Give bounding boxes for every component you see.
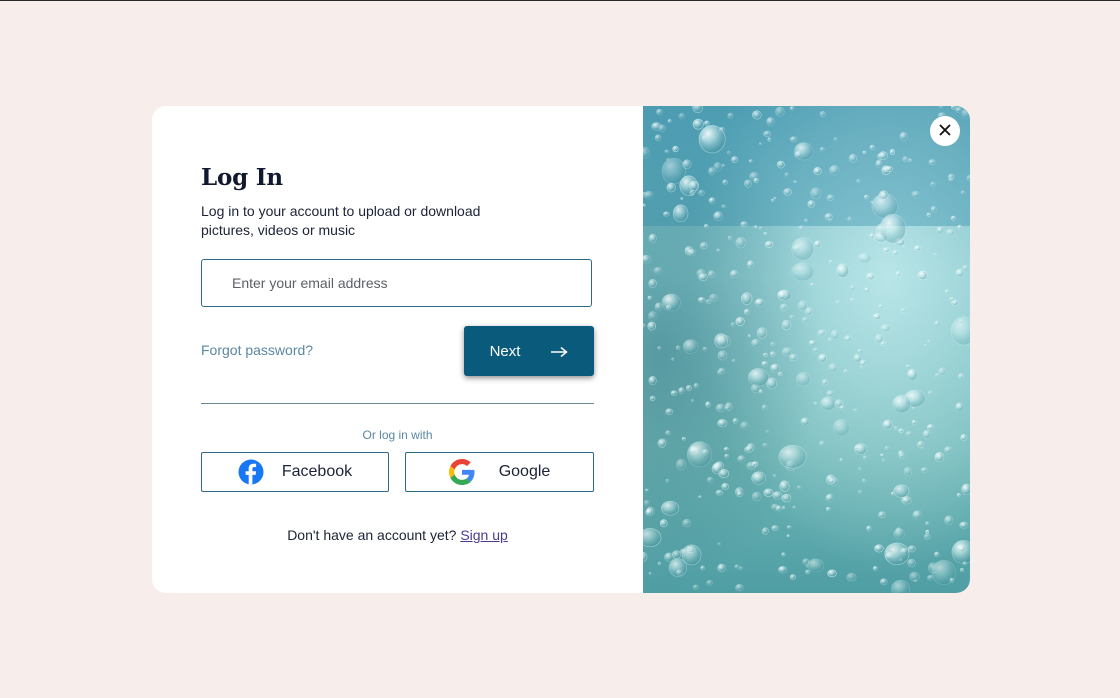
water-bubbles-photo — [643, 106, 970, 593]
signup-prompt: Don't have an account yet? Sign up — [201, 527, 594, 543]
signup-link[interactable]: Sign up — [460, 527, 507, 543]
social-login-caption: Or log in with — [362, 428, 433, 442]
forgot-password-link[interactable]: Forgot password? — [201, 342, 313, 358]
window-top-border — [0, 0, 1120, 1]
facebook-login-button[interactable]: Facebook — [201, 452, 389, 492]
hero-image-panel — [643, 106, 970, 593]
close-icon — [939, 123, 951, 139]
next-button[interactable]: Next — [464, 326, 594, 376]
google-icon — [448, 459, 475, 485]
facebook-icon — [238, 459, 264, 485]
google-login-button[interactable]: Google — [405, 452, 594, 492]
divider — [201, 403, 594, 404]
facebook-label: Facebook — [281, 463, 353, 480]
page-title: Log In — [201, 164, 283, 191]
login-form-panel: Log In Log in to your account to upload … — [152, 106, 643, 593]
login-subtitle: Log in to your account to upload or down… — [201, 203, 481, 238]
next-button-label: Next — [489, 342, 521, 360]
arrow-right-icon — [550, 345, 569, 358]
google-label: Google — [498, 463, 551, 480]
close-button[interactable] — [930, 116, 960, 146]
no-account-text: Don't have an account yet? — [287, 527, 457, 543]
email-input[interactable] — [201, 259, 592, 307]
login-modal: Log In Log in to your account to upload … — [152, 106, 970, 593]
